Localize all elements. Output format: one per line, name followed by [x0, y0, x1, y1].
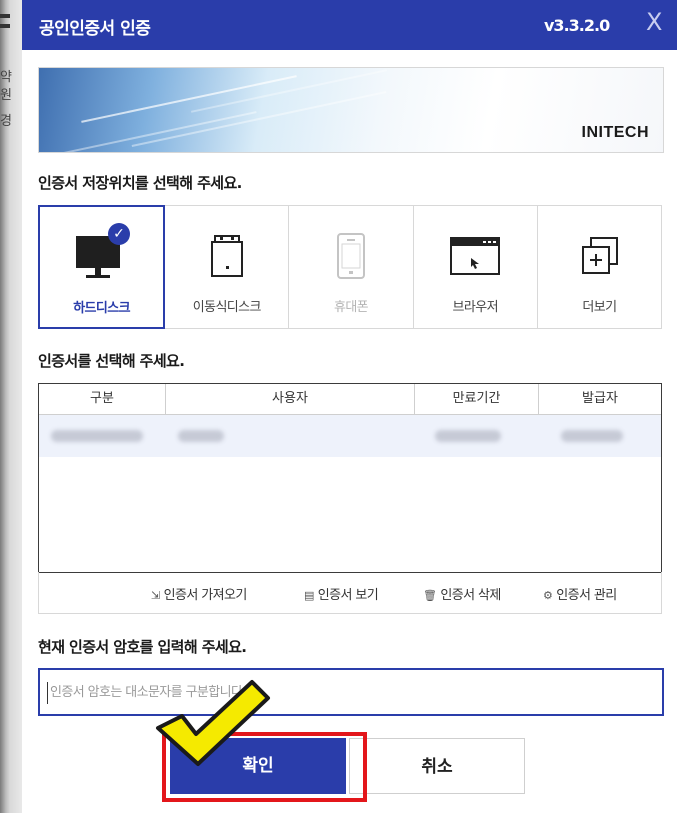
storage-option-browser[interactable]: 브라우저 — [414, 206, 538, 328]
gear-icon: ⚙ — [543, 589, 553, 602]
menu-icon — [0, 14, 10, 18]
table-row[interactable] — [39, 415, 661, 457]
view-icon: ▤ — [304, 589, 314, 602]
background-text: 약 — [0, 70, 12, 85]
more-icon — [538, 228, 661, 284]
tool-label: 인증서 보기 — [317, 588, 379, 603]
certificate-toolbar: ⇲ 인증서 가져오기 ▤ 인증서 보기 🗑 인증서 삭제 ⚙ 인증서 관리 — [38, 572, 662, 614]
initech-banner: INITECH — [38, 67, 664, 153]
cell-user-redacted — [166, 415, 415, 457]
phone-icon — [289, 228, 412, 284]
import-icon: ⇲ — [151, 589, 160, 602]
tool-label: 인증서 가져오기 — [163, 588, 248, 603]
background-text: 원 — [0, 88, 12, 103]
storage-option-label: 하드디스크 — [73, 301, 130, 316]
table-header: 구분 사용자 만료기간 발급자 — [39, 384, 661, 415]
trash-icon: 🗑 — [423, 589, 437, 602]
password-input[interactable] — [40, 670, 662, 714]
selected-check-icon: ✓ — [108, 223, 130, 245]
dialog-titlebar: 공인인증서 인증 v3.3.2.0 X — [22, 0, 677, 50]
manage-certificate-button[interactable]: ⚙ 인증서 관리 — [543, 584, 617, 603]
menu-icon-line — [0, 24, 10, 28]
import-certificate-button[interactable]: ⇲ 인증서 가져오기 — [151, 584, 247, 603]
delete-certificate-button[interactable]: 🗑 인증서 삭제 — [423, 584, 501, 603]
storage-option-removable-disk[interactable]: 이동식디스크 — [165, 206, 290, 328]
password-prompt: 현재 인증서 암호를 입력해 주세요. — [38, 638, 247, 656]
initech-logo: INITECH — [581, 124, 649, 141]
certificate-auth-dialog: 공인인증서 인증 v3.3.2.0 X INITECH 인증서 저장위치를 선택… — [22, 0, 677, 813]
tool-label: 인증서 관리 — [556, 588, 617, 603]
certificate-prompt: 인증서를 선택해 주세요. — [38, 352, 185, 370]
cell-type-redacted — [39, 415, 166, 457]
storage-option-label: 브라우저 — [452, 300, 498, 315]
column-header-expiry[interactable]: 만료기간 — [415, 384, 539, 414]
dialog-title: 공인인증서 인증 — [39, 19, 151, 39]
column-header-user[interactable]: 사용자 — [166, 384, 415, 414]
background-text: 경 — [0, 114, 12, 129]
tool-label: 인증서 삭제 — [440, 588, 501, 603]
storage-option-more[interactable]: 더보기 — [538, 206, 661, 328]
storage-option-phone[interactable]: 휴대폰 — [289, 206, 414, 328]
storage-option-label: 이동식디스크 — [192, 300, 262, 315]
confirm-button[interactable]: 확인 — [170, 738, 346, 794]
view-certificate-button[interactable]: ▤ 인증서 보기 — [304, 584, 379, 603]
cell-issuer-redacted — [539, 415, 661, 457]
browser-icon — [414, 228, 537, 284]
storage-option-label: 휴대폰 — [333, 300, 369, 315]
cell-expiry-redacted — [415, 415, 539, 457]
storage-option-label: 더보기 — [582, 300, 617, 315]
storage-option-harddisk[interactable]: ✓ 하드디스크 — [38, 205, 166, 329]
version-label: v3.3.2.0 — [544, 16, 610, 35]
close-icon[interactable]: X — [646, 8, 662, 36]
column-header-type[interactable]: 구분 — [39, 384, 166, 414]
certificate-table: 구분 사용자 만료기간 발급자 — [38, 383, 662, 573]
monitor-icon — [40, 229, 163, 285]
password-field[interactable] — [38, 668, 664, 716]
storage-prompt: 인증서 저장위치를 선택해 주세요. — [38, 174, 242, 192]
cancel-button[interactable]: 취소 — [349, 738, 525, 794]
column-header-issuer[interactable]: 발급자 — [539, 384, 661, 414]
usb-drive-icon — [165, 228, 288, 284]
background-page-strip: 약 원 경 — [0, 0, 22, 813]
storage-location-selector: ✓ 하드디스크 이동식디스크 휴대폰 브라우저 더보기 — [38, 205, 662, 329]
